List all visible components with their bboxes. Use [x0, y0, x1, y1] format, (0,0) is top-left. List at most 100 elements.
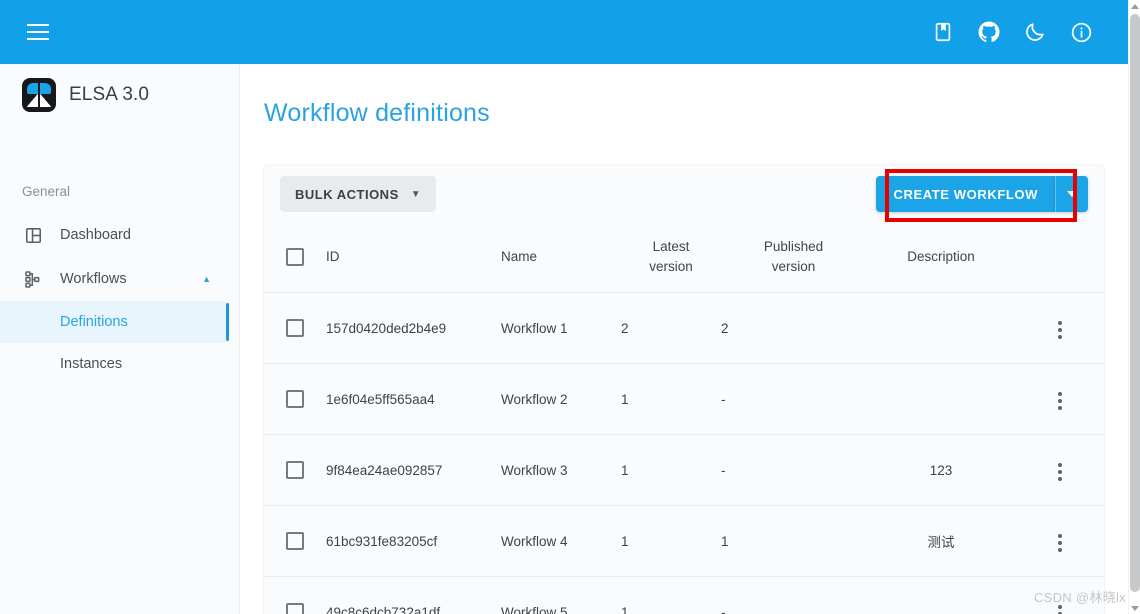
info-icon[interactable] [1068, 19, 1094, 45]
dot [1058, 392, 1062, 397]
github-icon[interactable] [976, 19, 1002, 45]
row-select-cell [264, 576, 326, 614]
row-actions-cell [1016, 363, 1104, 436]
published-version-line1: Published [763, 239, 824, 254]
dot [1058, 463, 1062, 468]
row-select-cell [264, 434, 326, 507]
hamburger-line [27, 38, 49, 40]
bulk-actions-button[interactable]: BULK ACTIONS ▼ [280, 176, 437, 212]
dot [1058, 548, 1062, 553]
row-checkbox[interactable] [286, 603, 304, 614]
dot [1058, 321, 1062, 326]
hamburger-menu-icon[interactable] [18, 12, 58, 52]
book-icon[interactable] [930, 19, 956, 45]
elsa-logo-icon [22, 78, 56, 112]
table-row[interactable]: 157d0420ded2b4e9 Workflow 122 [264, 292, 1104, 365]
top-app-bar [0, 0, 1128, 64]
table-head: ID Name Latest version Published version… [264, 223, 1104, 294]
nav-section-title: General [22, 184, 71, 199]
cell-id: 49c8c6dcb732a1df [326, 576, 501, 614]
dot [1058, 406, 1062, 411]
main-content: Workflow definitions BULK ACTIONS ▼ CREA… [240, 64, 1128, 614]
vertical-scrollbar[interactable] [1128, 0, 1140, 614]
dot [1058, 399, 1062, 404]
column-header-name[interactable]: Name [501, 223, 621, 294]
row-checkbox[interactable] [286, 319, 304, 338]
scroll-up-arrow-icon[interactable] [1129, 0, 1140, 12]
cell-published-version: - [721, 434, 866, 507]
column-header-actions [1016, 223, 1104, 294]
page-title: Workflow definitions [264, 99, 490, 127]
table-row[interactable]: 61bc931fe83205cf Workflow 4 1 1 测试 [264, 505, 1104, 578]
cell-published-version: - [721, 363, 866, 436]
select-all-checkbox[interactable] [286, 248, 304, 267]
more-options-icon[interactable] [1050, 459, 1070, 485]
cell-latest-version: 1 [621, 434, 721, 507]
column-header-published-version[interactable]: Published version [721, 223, 866, 294]
table-row[interactable]: 1e6f04e5ff565aa4 Workflow 21- [264, 363, 1104, 436]
column-header-latest-version[interactable]: Latest version [621, 223, 721, 294]
row-actions-cell [1016, 292, 1104, 365]
dot [1058, 470, 1062, 475]
latest-version-line2: version [649, 258, 693, 274]
cell-description: 测试 [866, 505, 1016, 578]
layout-dashboard-icon [22, 224, 44, 246]
cell-name: Workflow 1 [501, 292, 621, 365]
row-actions-cell [1016, 434, 1104, 507]
more-options-icon[interactable] [1050, 530, 1070, 556]
sitemap-icon [22, 268, 44, 290]
brand[interactable]: ELSA 3.0 [0, 64, 239, 126]
card-toolbar: BULK ACTIONS ▼ CREATE WORKFLOW [264, 165, 1104, 223]
cell-latest-version: 1 [621, 363, 721, 436]
dot [1058, 541, 1062, 546]
triangle-down [1131, 605, 1139, 611]
create-workflow-split-button: CREATE WORKFLOW [876, 176, 1088, 212]
workflow-definitions-table: ID Name Latest version Published version… [264, 223, 1104, 614]
sidebar-item-dashboard[interactable]: Dashboard [0, 213, 239, 257]
brand-name: ELSA 3.0 [69, 84, 150, 105]
row-checkbox[interactable] [286, 390, 304, 409]
column-header-description[interactable]: Description [866, 223, 1016, 294]
cell-description [866, 292, 1016, 365]
logo-notch [38, 83, 40, 94]
sidebar-item-label: Workflows [60, 271, 127, 287]
cell-description [866, 363, 1016, 436]
cell-id: 157d0420ded2b4e9 [326, 292, 501, 365]
scroll-down-arrow-icon[interactable] [1129, 602, 1140, 614]
workflow-definitions-card: BULK ACTIONS ▼ CREATE WORKFLOW ID Name L… [264, 165, 1104, 614]
sidebar-item-instances[interactable]: Instances [0, 343, 229, 385]
triangle-up [1131, 3, 1139, 9]
chevron-down-icon [1067, 191, 1077, 197]
sidebar-item-workflows[interactable]: Workflows ▲ [0, 257, 239, 301]
chevron-up-icon[interactable]: ▲ [202, 274, 211, 284]
row-select-cell [264, 363, 326, 436]
bulk-actions-label: BULK ACTIONS [295, 186, 399, 202]
scrollbar-thumb[interactable] [1130, 14, 1140, 592]
csdn-watermark: CSDN @林晓lx [1033, 590, 1126, 605]
row-checkbox[interactable] [286, 532, 304, 551]
create-workflow-dropdown-button[interactable] [1055, 176, 1088, 212]
more-options-icon[interactable] [1050, 317, 1070, 343]
sidebar: ELSA 3.0 General Dashboard Workflows ▲ D… [0, 64, 240, 614]
create-workflow-button[interactable]: CREATE WORKFLOW [876, 176, 1055, 212]
dot [1058, 335, 1062, 340]
table-row[interactable]: 9f84ea24ae092857 Workflow 3 1-123 [264, 434, 1104, 507]
row-select-cell [264, 292, 326, 365]
cell-published-version: 2 [721, 292, 866, 365]
cell-id: 61bc931fe83205cf [326, 505, 501, 578]
table-header-row: ID Name Latest version Published version… [264, 223, 1104, 294]
cell-description [866, 576, 1016, 614]
sidebar-item-definitions[interactable]: Definitions [0, 301, 229, 343]
cell-description: 123 [866, 434, 1016, 507]
row-checkbox[interactable] [286, 461, 304, 480]
hamburger-line [27, 24, 49, 26]
table-row[interactable]: 49c8c6dcb732a1df Workflow 51- [264, 576, 1104, 614]
moon-icon[interactable] [1022, 19, 1048, 45]
column-header-id[interactable]: ID [326, 223, 501, 294]
sidebar-subitem-label: Definitions [60, 314, 128, 330]
more-options-icon[interactable] [1050, 388, 1070, 414]
published-version-line2: version [771, 258, 816, 274]
cell-latest-version: 2 [621, 292, 721, 365]
cell-name: Workflow 2 [501, 363, 621, 436]
dot [1058, 328, 1062, 333]
